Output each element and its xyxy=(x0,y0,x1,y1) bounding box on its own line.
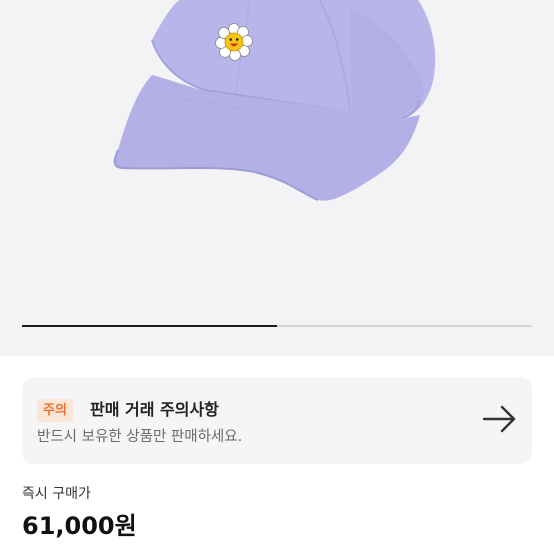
cap-image xyxy=(113,0,436,201)
caution-badge: 주의 xyxy=(37,399,73,422)
carousel-progress-fill xyxy=(22,325,277,327)
flower-smile-patch-icon xyxy=(215,23,253,61)
notice-title: 판매 거래 주의사항 xyxy=(90,400,219,419)
arrow-right-icon[interactable] xyxy=(482,404,518,434)
carousel-progress-bar xyxy=(22,325,532,327)
sale-caution-notice[interactable]: 주의 판매 거래 주의사항 반드시 보유한 상품만 판매하세요. xyxy=(22,377,532,464)
notice-subtitle: 반드시 보유한 상품만 판매하세요. xyxy=(37,429,243,445)
instant-buy-price-label: 즉시 구매가 xyxy=(22,486,91,502)
instant-buy-price: 61,000원 xyxy=(22,512,137,540)
product-image[interactable] xyxy=(0,0,554,356)
